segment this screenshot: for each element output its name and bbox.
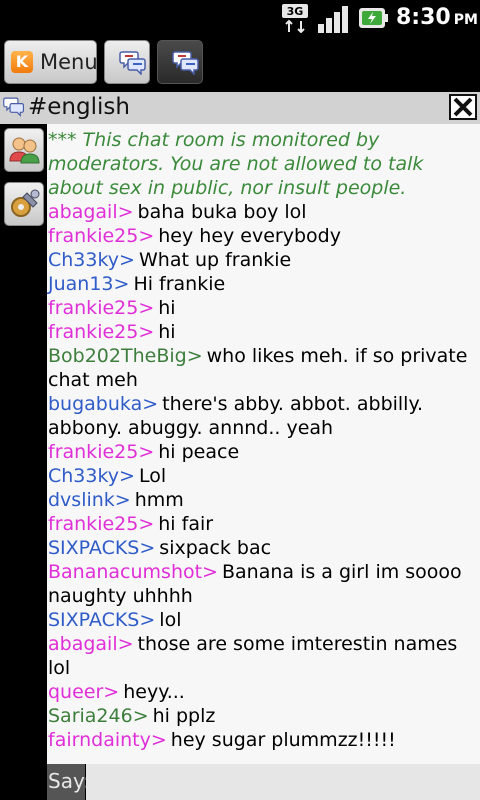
settings-button[interactable]	[4, 182, 44, 226]
message-text: heyy...	[123, 681, 185, 703]
channel-header: #english	[0, 92, 480, 124]
status-bar: 3G 8:30 PM	[0, 0, 480, 38]
chat-bubbles-icon	[119, 51, 146, 75]
chat-message: Ch33ky> What up frankie	[48, 248, 476, 272]
chat-tab-1[interactable]	[104, 40, 150, 84]
close-icon	[453, 97, 473, 117]
chat-message: frankie25> hey hey everybody	[48, 224, 476, 248]
users-icon	[9, 137, 40, 164]
message-text: Lol	[138, 465, 167, 487]
say-input[interactable]	[86, 764, 480, 800]
message-text: baha buka boy lol	[137, 201, 307, 223]
message-nick[interactable]: Ch33ky>	[48, 249, 135, 271]
chat-message: frankie25> hi fair	[48, 512, 476, 536]
message-nick[interactable]: Saria246>	[48, 705, 149, 727]
message-text: sixpack bac	[159, 537, 272, 559]
message-nick[interactable]: frankie25>	[48, 321, 154, 343]
clock-time: 8:30	[396, 5, 451, 30]
wrench-gear-icon	[11, 189, 40, 217]
message-text: hi peace	[158, 441, 240, 463]
chat-message: SIXPACKS> sixpack bac	[48, 536, 476, 560]
close-channel-button[interactable]	[449, 94, 477, 120]
chat-message: queer> heyy...	[48, 680, 476, 704]
k-logo-icon: K	[11, 51, 33, 73]
clock: 8:30 PM	[396, 5, 478, 30]
message-text: lol	[159, 609, 182, 631]
chat-message: frankie25> hi	[48, 296, 476, 320]
say-bar: Say:	[0, 764, 480, 800]
chat-message: frankie25> hi	[48, 320, 476, 344]
message-nick[interactable]: bugabuka>	[48, 393, 158, 415]
users-button[interactable]	[4, 128, 44, 172]
say-label: Say:	[48, 769, 91, 793]
chat-message: Juan13> Hi frankie	[48, 272, 476, 296]
chat-message: dvslink> hmm	[48, 488, 476, 512]
3g-icon: 3G	[282, 4, 308, 33]
message-text: hi	[158, 297, 176, 319]
message-nick[interactable]: Bananacumshot>	[48, 561, 218, 583]
message-text: hey hey everybody	[158, 225, 341, 247]
message-nick[interactable]: frankie25>	[48, 441, 154, 463]
chat-bubbles-icon	[3, 97, 25, 117]
chat-message: Bananacumshot> Banana is a girl im soooo …	[48, 560, 476, 608]
message-text: hi	[158, 321, 176, 343]
channel-title: #english	[28, 94, 130, 120]
chat-message: Ch33ky> Lol	[48, 464, 476, 488]
message-nick[interactable]: Juan13>	[48, 273, 129, 295]
message-nick[interactable]: SIXPACKS>	[48, 609, 155, 631]
chat-message: Bob202TheBig> who likes meh. if so privat…	[48, 344, 476, 392]
message-nick[interactable]: frankie25>	[48, 225, 154, 247]
message-nick[interactable]: abagail>	[48, 633, 134, 655]
message-nick[interactable]: Ch33ky>	[48, 465, 135, 487]
message-nick[interactable]: fairndainty>	[48, 729, 167, 751]
chat-log[interactable]: *** This chat room is monitored by moder…	[47, 124, 480, 764]
message-text: hi pplz	[152, 705, 216, 727]
message-nick[interactable]: SIXPACKS>	[48, 537, 155, 559]
message-text: Hi frankie	[133, 273, 226, 295]
chat-message: bugabuka> there's abby. abbot. abbilly. a…	[48, 392, 476, 440]
network-label: 3G	[287, 5, 304, 18]
message-nick[interactable]: dvslink>	[48, 489, 131, 511]
message-text: What up frankie	[138, 249, 292, 271]
chat-message: abagail> those are some imterestin names …	[48, 632, 476, 680]
chat-message: frankie25> hi peace	[48, 440, 476, 464]
message-nick[interactable]: frankie25>	[48, 297, 154, 319]
menu-button-label: Menu	[40, 50, 98, 74]
chat-message: abagail> baha buka boy lol	[48, 200, 476, 224]
chat-bubbles-icon	[172, 51, 199, 75]
message-nick[interactable]: Bob202TheBig>	[48, 345, 203, 367]
toolbar: K Menu	[0, 38, 480, 92]
signal-bars-icon	[318, 6, 348, 33]
message-nick[interactable]: frankie25>	[48, 513, 154, 535]
battery-charging-icon	[359, 8, 388, 28]
chat-message: Saria246> hi pplz	[48, 704, 476, 728]
chat-tab-2-active[interactable]	[157, 40, 203, 84]
menu-button[interactable]: K Menu	[4, 40, 98, 84]
clock-ampm: PM	[453, 12, 478, 28]
message-text: hi fair	[158, 513, 214, 535]
message-text: hmm	[134, 489, 184, 511]
message-nick[interactable]: queer>	[48, 681, 119, 703]
chat-message: SIXPACKS> lol	[48, 608, 476, 632]
chat-message: fairndainty> hey sugar plummzz!!!!!	[48, 728, 476, 752]
message-nick[interactable]: abagail>	[48, 201, 134, 223]
system-message: *** This chat room is monitored by moder…	[48, 129, 424, 199]
message-text: hey sugar plummzz!!!!!	[170, 729, 396, 751]
